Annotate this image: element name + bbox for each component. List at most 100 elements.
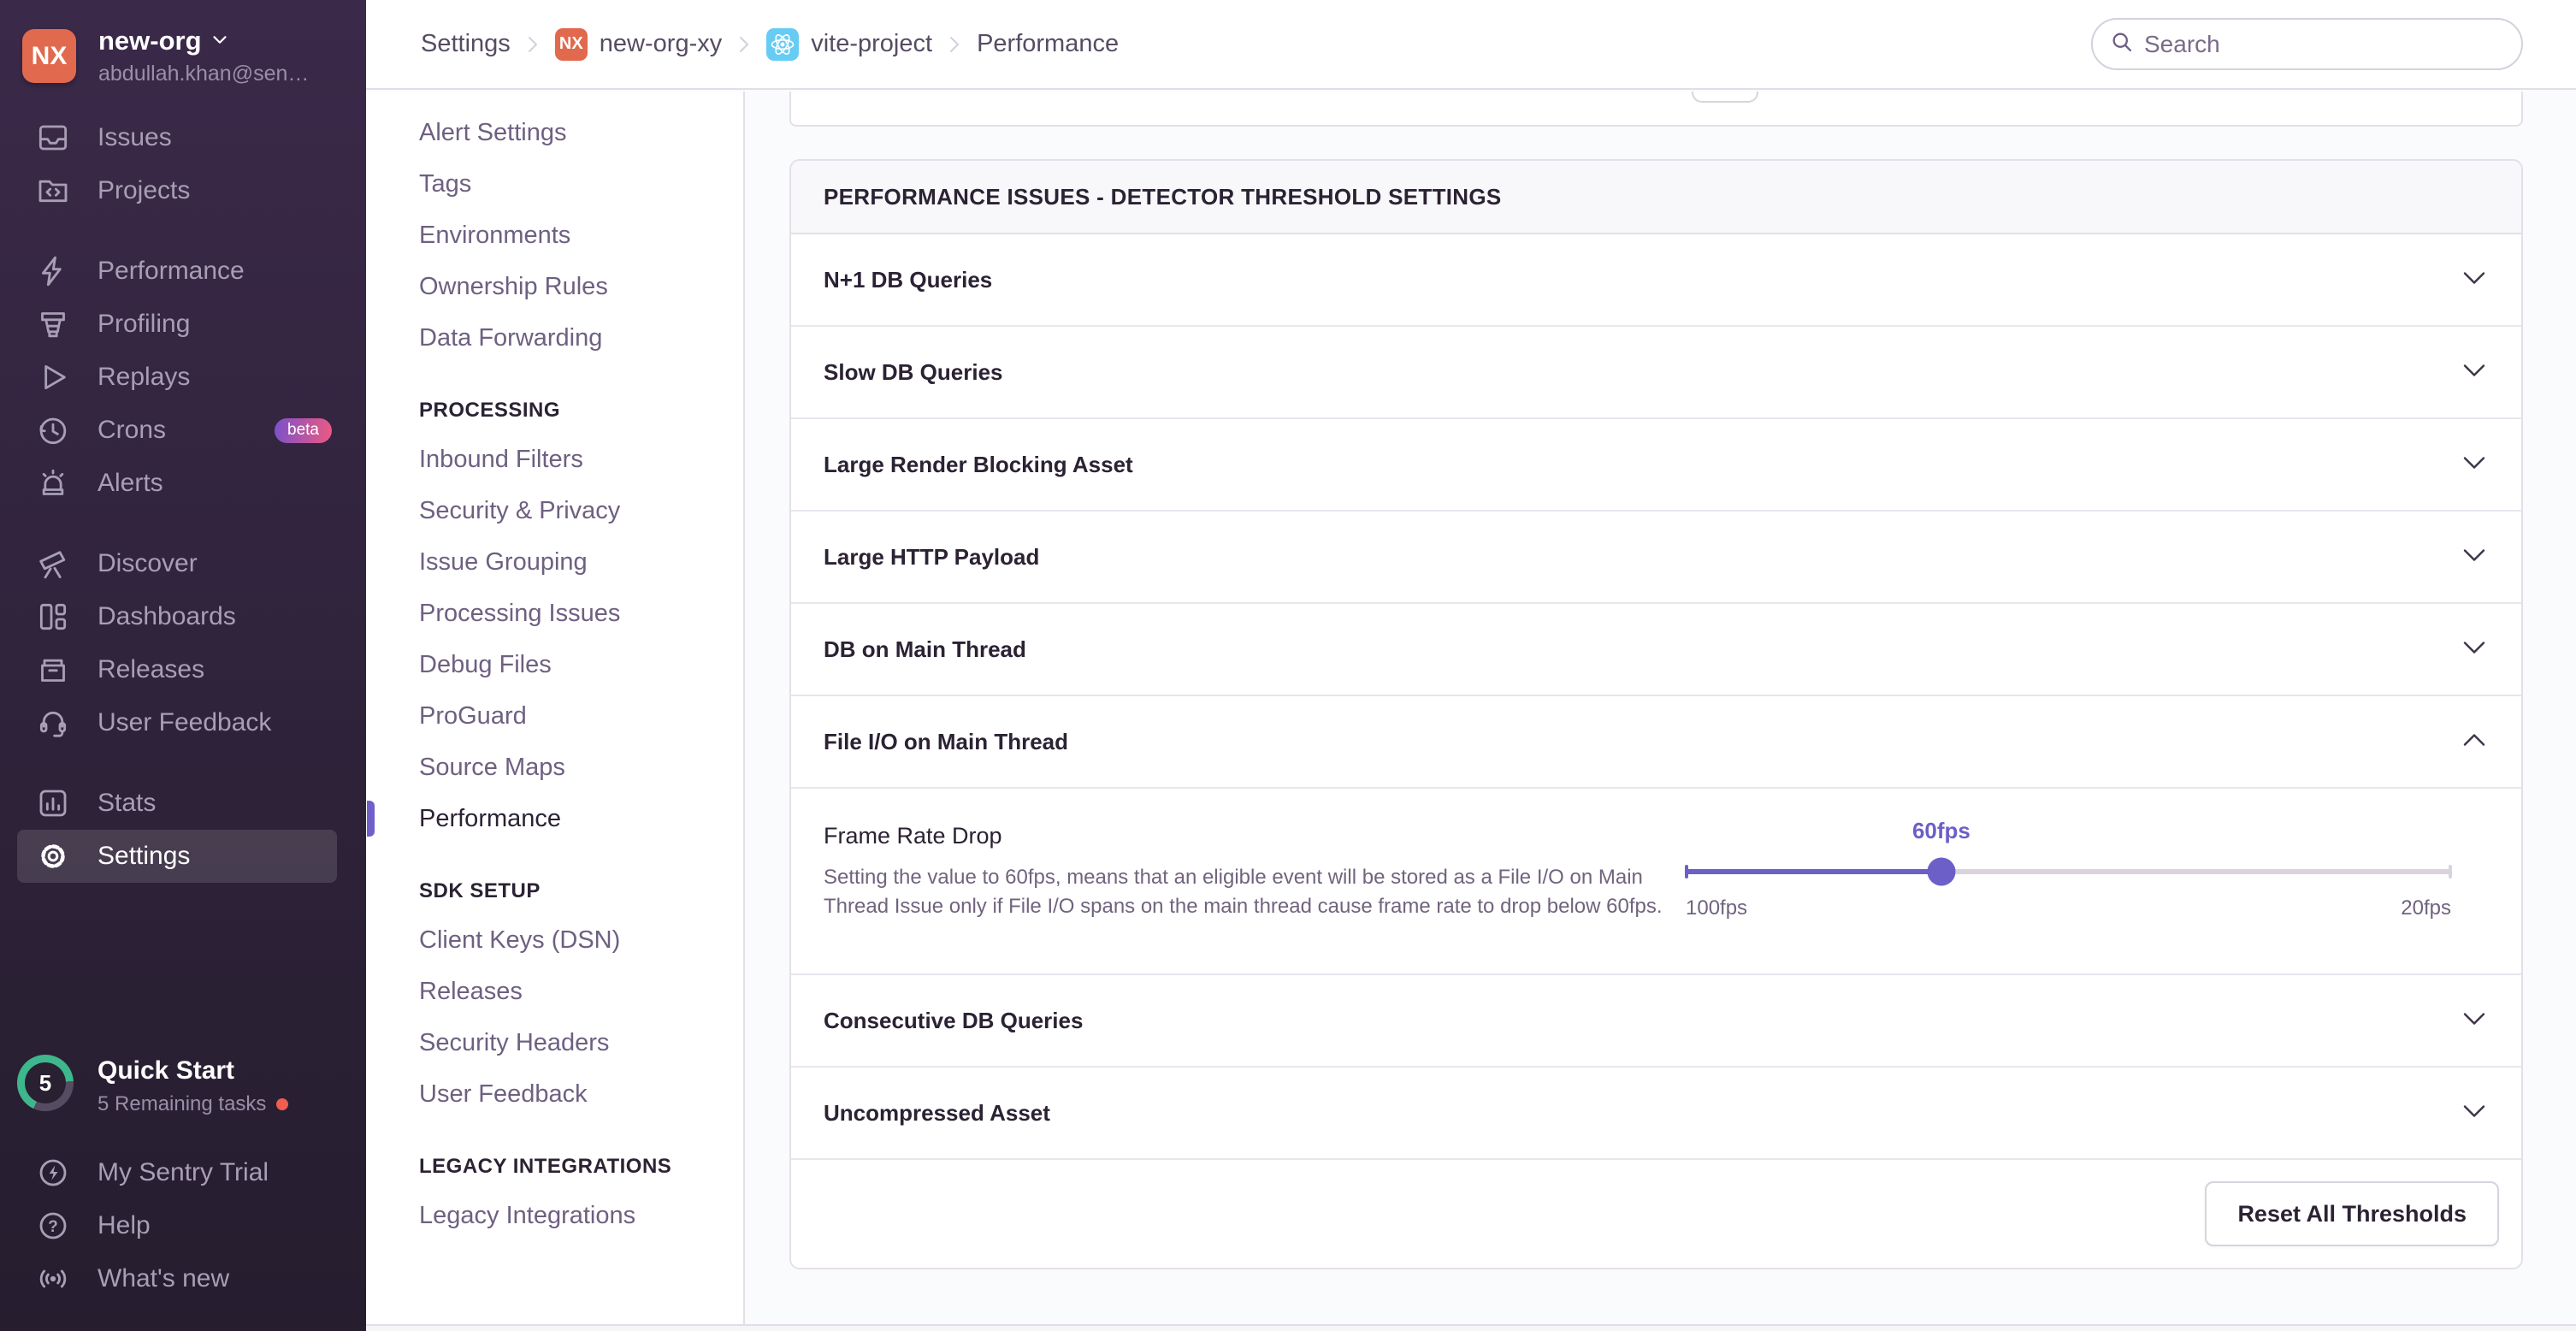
chevron-right-icon (949, 36, 960, 53)
accordion-row-consecutive-db-queries[interactable]: Consecutive DB Queries (791, 975, 2521, 1068)
sidebar-nav-group-2: Performance Profiling Replays Crons beta… (0, 245, 366, 510)
search-box[interactable] (2091, 18, 2523, 70)
sidebar-item-replays[interactable]: Replays (17, 351, 337, 404)
sidebar-item-label: Replays (97, 363, 190, 392)
sidebar-item-label: My Sentry Trial (97, 1158, 269, 1187)
reset-all-thresholds-button[interactable]: Reset All Thresholds (2205, 1181, 2499, 1246)
sidebar-item-performance[interactable]: Performance (17, 245, 337, 298)
chevron-down-icon (2463, 456, 2485, 474)
sidebar-item-help[interactable]: ? Help (17, 1199, 337, 1252)
panel-footer: Reset All Thresholds (791, 1160, 2521, 1268)
org-badge: NX (555, 28, 588, 61)
accordion-row-large-http-payload[interactable]: Large HTTP Payload (791, 512, 2521, 604)
subnav-item-processing-issues[interactable]: Processing Issues (366, 588, 743, 639)
subnav-header-sdk-setup: SDK SETUP (366, 868, 743, 914)
org-name: new-org (98, 26, 202, 56)
sidebar-item-alerts[interactable]: Alerts (17, 457, 337, 510)
breadcrumb-org[interactable]: NX new-org-xy (555, 28, 722, 61)
settings-subnav: Alert Settings Tags Environments Ownersh… (366, 92, 745, 1331)
slider-min-label: 100fps (1686, 896, 1747, 920)
subnav-item-ownership-rules[interactable]: Ownership Rules (366, 261, 743, 312)
bottom-edge-strip (366, 1324, 2576, 1331)
chevron-down-icon (2463, 1012, 2485, 1030)
performance-icon (34, 252, 72, 290)
notification-dot (276, 1098, 288, 1110)
subnav-item-tags[interactable]: Tags (366, 158, 743, 210)
app-sidebar: NX new-org abdullah.khan@sen… Issues Pro… (0, 0, 366, 1331)
help-icon: ? (34, 1207, 72, 1245)
subnav-item-data-forwarding[interactable]: Data Forwarding (366, 312, 743, 364)
sidebar-item-label: Projects (97, 176, 190, 205)
subnav-item-inbound-filters[interactable]: Inbound Filters (366, 434, 743, 485)
quick-start-subtitle: 5 Remaining tasks (97, 1092, 266, 1116)
chevron-down-icon (2463, 271, 2485, 289)
slider-max-label: 20fps (2401, 896, 2451, 920)
frame-rate-slider: 60fps 100fps 20fps (1686, 814, 2451, 951)
sidebar-nav-group-3: Discover Dashboards Releases User Feedba… (0, 537, 366, 749)
sidebar-item-issues[interactable]: Issues (17, 111, 337, 164)
subnav-item-environments[interactable]: Environments (366, 210, 743, 261)
accordion-row-file-io-on-main-thread[interactable]: File I/O on Main Thread (791, 696, 2521, 789)
subnav-item-releases[interactable]: Releases (366, 966, 743, 1017)
sidebar-item-label: Stats (97, 789, 156, 818)
subnav-item-alert-settings[interactable]: Alert Settings (366, 107, 743, 158)
quick-start-count: 5 (39, 1070, 51, 1097)
sidebar-item-user-feedback[interactable]: User Feedback (17, 696, 337, 749)
sidebar-item-projects[interactable]: Projects (17, 164, 337, 217)
sidebar-item-label: User Feedback (97, 708, 271, 737)
chevron-down-icon (2463, 641, 2485, 659)
subnav-item-issue-grouping[interactable]: Issue Grouping (366, 536, 743, 588)
sidebar-item-dashboards[interactable]: Dashboards (17, 590, 337, 643)
sidebar-item-label: Help (97, 1211, 151, 1240)
subnav-item-proguard[interactable]: ProGuard (366, 690, 743, 742)
org-user-email: abdullah.khan@sen… (98, 62, 309, 86)
sidebar-item-profiling[interactable]: Profiling (17, 298, 337, 351)
subnav-item-user-feedback[interactable]: User Feedback (366, 1068, 743, 1120)
alerts-icon (34, 464, 72, 502)
collapse-handle[interactable] (1692, 92, 1758, 103)
gear-icon (34, 837, 72, 875)
subnav-item-security-privacy[interactable]: Security & Privacy (366, 485, 743, 536)
accordion-row-slow-db-queries[interactable]: Slow DB Queries (791, 327, 2521, 419)
quick-start[interactable]: 5 Quick Start 5 Remaining tasks (17, 1055, 349, 1116)
org-switcher[interactable]: NX new-org abdullah.khan@sen… (22, 26, 309, 86)
chevron-down-icon (2463, 548, 2485, 566)
stats-icon (34, 784, 72, 822)
accordion-row-n1-db-queries[interactable]: N+1 DB Queries (791, 234, 2521, 327)
search-input[interactable] (2144, 31, 2504, 58)
breadcrumb-settings[interactable]: Settings (421, 30, 511, 58)
accordion-row-large-render-blocking-asset[interactable]: Large Render Blocking Asset (791, 419, 2521, 512)
slider-thumb[interactable] (1927, 858, 1955, 886)
sidebar-item-label: Issues (97, 123, 172, 152)
sidebar-item-crons[interactable]: Crons beta (17, 404, 337, 457)
broadcast-icon (34, 1260, 72, 1298)
subnav-item-source-maps[interactable]: Source Maps (366, 742, 743, 793)
accordion-row-db-on-main-thread[interactable]: DB on Main Thread (791, 604, 2521, 696)
sidebar-item-label: Alerts (97, 469, 163, 498)
quick-start-progress-ring: 5 (17, 1055, 74, 1111)
subnav-item-debug-files[interactable]: Debug Files (366, 639, 743, 690)
telescope-icon (34, 545, 72, 583)
sidebar-item-label: Settings (97, 842, 190, 871)
sidebar-item-stats[interactable]: Stats (17, 777, 337, 830)
subnav-item-client-keys[interactable]: Client Keys (DSN) (366, 914, 743, 966)
sidebar-item-settings[interactable]: Settings (17, 830, 337, 883)
sidebar-item-my-sentry-trial[interactable]: My Sentry Trial (17, 1146, 337, 1199)
subnav-item-performance[interactable]: Performance (366, 793, 743, 844)
chevron-down-icon (2463, 1104, 2485, 1122)
slider-fill (1686, 869, 1941, 874)
sidebar-item-releases[interactable]: Releases (17, 643, 337, 696)
sidebar-item-discover[interactable]: Discover (17, 537, 337, 590)
subnav-item-legacy-integrations[interactable]: Legacy Integrations (366, 1190, 743, 1241)
org-avatar: NX (22, 29, 76, 83)
sidebar-item-whats-new[interactable]: What's new (17, 1252, 337, 1305)
profiling-icon (34, 305, 72, 343)
subnav-item-security-headers[interactable]: Security Headers (366, 1017, 743, 1068)
sidebar-item-label: Performance (97, 257, 245, 286)
breadcrumb-project[interactable]: vite-project (766, 28, 932, 61)
slider-track[interactable] (1686, 869, 2451, 874)
sidebar-item-label: What's new (97, 1264, 229, 1293)
frame-rate-drop-section: Frame Rate Drop Setting the value to 60f… (791, 789, 2521, 975)
sidebar-nav-group-5: My Sentry Trial ? Help What's new (0, 1146, 366, 1305)
accordion-row-uncompressed-asset[interactable]: Uncompressed Asset (791, 1068, 2521, 1160)
